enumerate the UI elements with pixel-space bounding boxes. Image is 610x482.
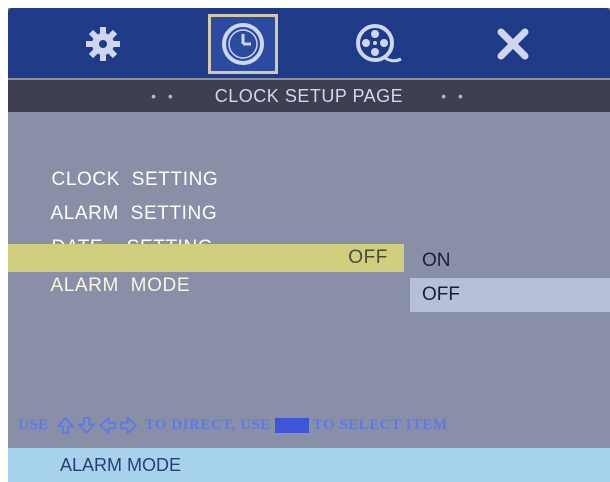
menu-item-alarm-mode[interactable]: ALARM MODE OFF — [8, 244, 404, 296]
page-title: CLOCK SETUP PAGE — [214, 85, 404, 106]
page-title-bar: • • CLOCK SETUP PAGE • • — [8, 80, 610, 112]
film-reel-icon[interactable] — [346, 16, 412, 72]
status-bar: ALARM MODE — [8, 448, 610, 482]
title-dots-left: • • — [151, 88, 177, 104]
title-dots-right: • • — [441, 88, 467, 104]
arrow-up-icon — [56, 416, 74, 434]
alarm-mode-value: OFF — [348, 247, 388, 268]
menu-item-clock-setting[interactable]: CLOCK SETTING — [8, 138, 218, 190]
osd-screen: • • CLOCK SETUP PAGE • • CLOCK SETTING A… — [8, 8, 610, 482]
status-text: ALARM MODE — [60, 455, 182, 475]
option-off[interactable]: OFF — [410, 278, 610, 312]
menu-item-alarm-setting[interactable]: ALARM SETTING — [8, 172, 217, 224]
arrow-right-icon — [119, 416, 137, 434]
arrow-down-icon — [77, 416, 95, 434]
hint-prefix: USE — [18, 416, 49, 433]
menu-item-date-setting[interactable]: DATE SETTING — [8, 206, 213, 258]
gear-icon[interactable] — [70, 16, 136, 72]
navigation-hint: USE TO DIRECT, USE TO SELECT ITEM — [18, 413, 610, 437]
alarm-mode-options: ON OFF — [410, 244, 610, 312]
close-icon[interactable] — [480, 16, 546, 72]
enter-key-icon — [274, 417, 309, 433]
hint-middle: TO DIRECT, USE — [144, 416, 271, 433]
top-icon-bar — [8, 8, 610, 78]
option-on[interactable]: ON — [410, 244, 610, 278]
hint-suffix: TO SELECT ITEM — [312, 416, 448, 433]
menu-item-label: ALARM MODE — [50, 275, 191, 296]
clock-icon[interactable] — [208, 14, 278, 74]
arrow-left-icon — [98, 416, 116, 434]
